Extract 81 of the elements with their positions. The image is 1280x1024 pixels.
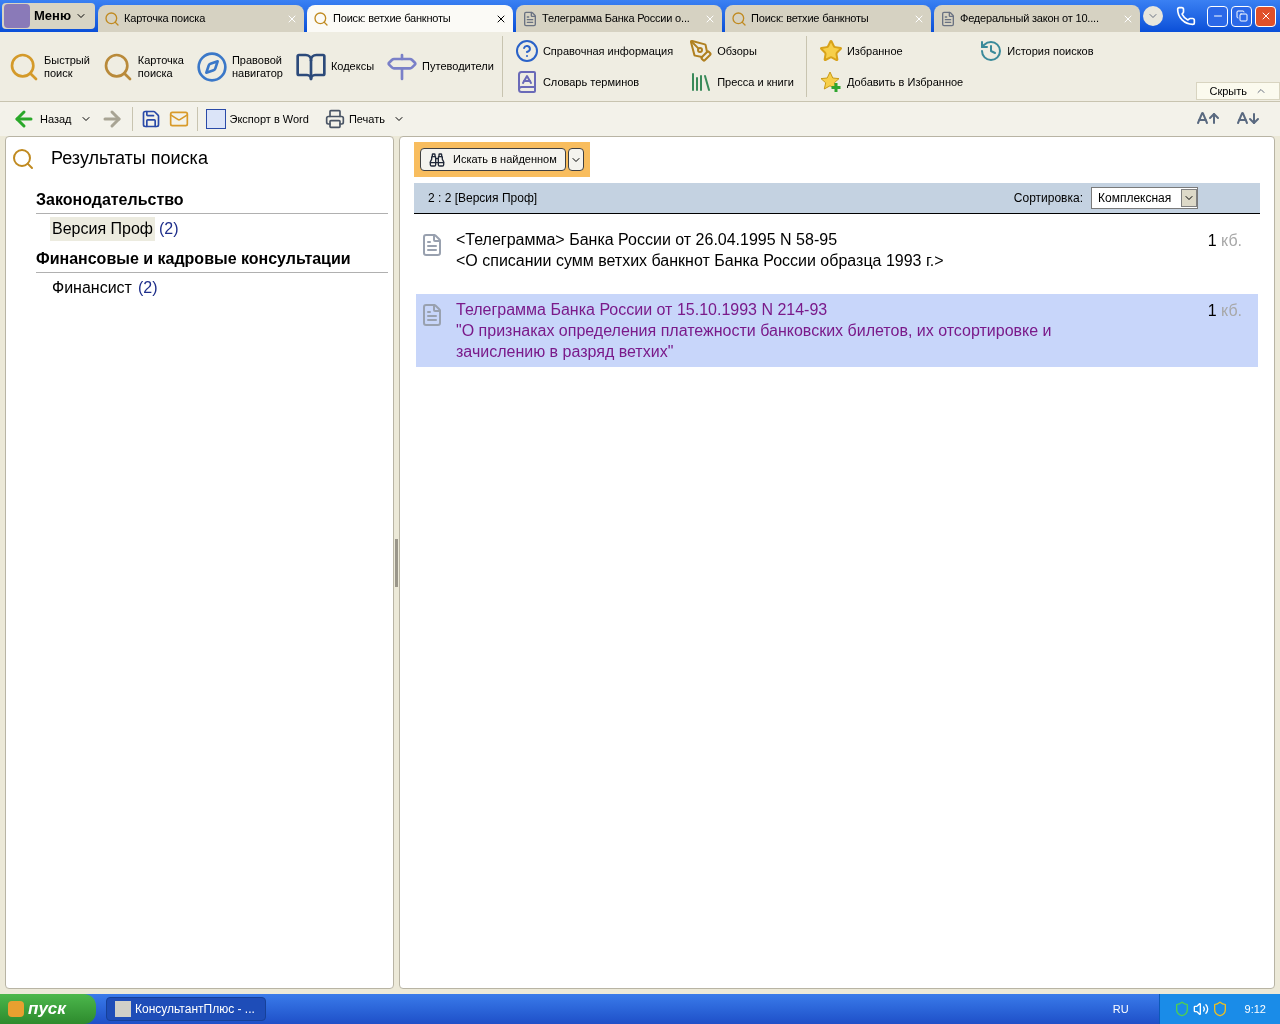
document-icon (420, 233, 444, 257)
tab[interactable]: Поиск: ветхие банкноты (307, 5, 513, 32)
document-icon (940, 10, 956, 27)
ribbon-button[interactable]: Правовой навигатор (195, 50, 283, 83)
hide-button[interactable]: Скрыть (1196, 82, 1280, 100)
ribbon-button[interactable]: Быстрый поиск (8, 50, 90, 83)
tab[interactable]: Карточка поиска (98, 5, 304, 32)
magnifier-icon (313, 10, 329, 27)
document-icon (420, 303, 444, 327)
tab-list-icon[interactable] (1143, 6, 1163, 26)
count-label: (2) (137, 278, 158, 298)
tab-label: Федеральный закон от 10.... (960, 11, 1100, 27)
ribbon-button[interactable]: Избранное (818, 39, 964, 64)
result-title: <Телеграмма> Банка России от 26.04.1995 N 58-95 (456, 230, 839, 250)
star-icon (818, 39, 843, 64)
category-label: Финансист (51, 278, 133, 298)
taskbar-task[interactable]: КонсультантПлюс - ... (106, 997, 266, 1021)
tab-label: Поиск: ветхие банкноты (333, 11, 452, 27)
search-in-results-button[interactable]: Искать в найденном (420, 148, 566, 171)
time-text: 9:12 (1244, 1001, 1266, 1017)
export-word-button[interactable]: Экспорт в Word (205, 109, 309, 129)
binoculars-icon (429, 151, 445, 168)
result-title: Телеграмма Банка России от 15.10.1993 N 214-93 (456, 300, 829, 320)
section-heading: Финансовые и кадровые консультации (36, 247, 388, 273)
magnifier-icon (104, 10, 120, 27)
printer-icon (324, 109, 345, 129)
tab-label: Карточка поиска (124, 11, 207, 27)
tab[interactable]: Федеральный закон от 10.... (934, 5, 1140, 32)
tab-label: Телеграмма Банка России о... (542, 11, 691, 27)
ribbon-button[interactable]: Добавить в Избранное (818, 69, 964, 94)
speaker-icon[interactable] (1192, 1001, 1209, 1017)
tab[interactable]: Телеграмма Банка России о... (516, 5, 722, 32)
menu-button[interactable]: Меню (2, 3, 95, 29)
save-icon[interactable] (140, 109, 161, 129)
tab[interactable]: Поиск: ветхие банкноты (725, 5, 931, 32)
app-icon (115, 1001, 131, 1017)
result-row[interactable]: Телеграмма Банка России от 15.10.1993 N 214-93 "О признаках определения платежности банковских билетов, их отсортировке и зачислению в разряд ветхих" 1 кб. (416, 294, 1258, 367)
sort-dropdown[interactable]: Комплексная (1091, 187, 1198, 209)
sort-label: Сортировка: (1013, 190, 1083, 207)
ribbon-button[interactable]: Пресса и книги (689, 69, 794, 94)
ribbon-button[interactable]: Кодексы (294, 50, 375, 83)
section-heading: Законодательство (36, 188, 388, 214)
tab-label: Поиск: ветхие банкноты (751, 11, 870, 27)
minimize-icon[interactable] (1207, 5, 1228, 27)
size-unit: кб. (1221, 302, 1242, 319)
ribbon-button[interactable]: Словарь терминов (514, 69, 674, 94)
back-button[interactable]: Назад (12, 107, 72, 131)
size-unit: кб. (1221, 232, 1242, 249)
category-item[interactable]: Финансист (2) (50, 276, 158, 300)
ribbon-button[interactable]: Карточка поиска (101, 50, 184, 83)
count-label: (2) (159, 219, 179, 239)
star-plus-icon (818, 69, 843, 94)
result-row[interactable]: <Телеграмма> Банка России от 26.04.1995 N 58-95 <О списании сумм ветхих банкнот Банка России образца 1993 г.> 1 кб. (416, 224, 1258, 276)
shield-icon[interactable] (1211, 1001, 1228, 1017)
status-text: 2 : 2 [Версия Проф] (428, 190, 538, 207)
pen-icon (689, 39, 714, 64)
category-label: Версия Проф (50, 217, 155, 241)
restore-icon[interactable] (1231, 5, 1252, 27)
category-item[interactable]: Версия Проф (2) (50, 217, 179, 241)
language-indicator[interactable]: RU (1112, 1000, 1129, 1018)
compass-icon (195, 50, 228, 83)
caret-icon (1181, 189, 1197, 207)
phone-icon[interactable] (1176, 6, 1196, 26)
size-value: 1 (1207, 302, 1217, 319)
ribbon-button[interactable]: Обзоры (689, 39, 794, 64)
mail-icon[interactable] (168, 109, 189, 129)
magnifier-icon (731, 10, 747, 27)
ribbon-button[interactable]: Справочная информация (514, 39, 674, 64)
size-value: 1 (1207, 232, 1217, 249)
print-button[interactable]: Печать (324, 109, 385, 129)
clock-icon (979, 39, 1004, 64)
panel-title: Результаты поиска (51, 147, 208, 170)
magnifier-icon (11, 146, 35, 171)
ribbon-button[interactable]: Путеводители (386, 50, 494, 83)
result-subtitle: "О признаках определения платежности банковских билетов, их отсортировке и зачислению в разряд ветхих" (456, 321, 1053, 362)
help-icon (514, 39, 539, 64)
ribbon-button[interactable]: История поисков (979, 39, 1094, 64)
document-icon (522, 10, 538, 27)
splitter-handle[interactable] (395, 538, 398, 587)
dropdown-button[interactable] (567, 148, 584, 171)
result-subtitle: <О списании сумм ветхих банкнот Банка России образца 1993 г.> (456, 251, 945, 271)
